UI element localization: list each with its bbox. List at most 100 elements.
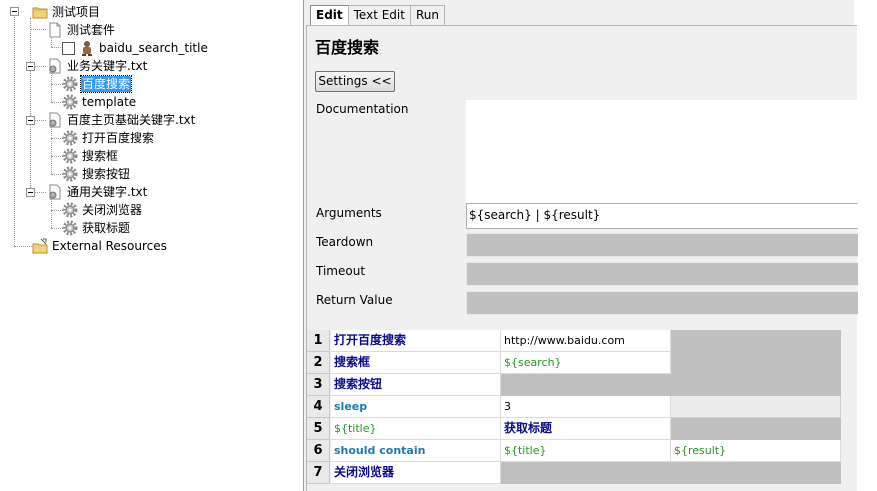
tab-run[interactable]: Run (409, 5, 445, 25)
teardown-label: Teardown (316, 235, 374, 249)
tree-node-external-resources[interactable]: External Resources (32, 237, 168, 255)
tree-node-keyword-open-baidu[interactable]: 打开百度搜索 (62, 129, 155, 147)
gear-icon (62, 130, 78, 146)
tree-node-keyword-search-button[interactable]: 搜索按钮 (62, 165, 131, 183)
tree-label: 获取标题 (82, 221, 131, 235)
step-cell[interactable] (671, 418, 841, 440)
tree-label: 通用关键字.txt (67, 185, 148, 199)
step-cell[interactable] (671, 374, 841, 396)
table-row: 3 搜索按钮 (307, 374, 855, 396)
external-folder-icon (32, 238, 48, 254)
tree-label: 关闭浏览器 (82, 203, 143, 217)
file-icon (47, 22, 63, 38)
row-number[interactable]: 4 (307, 396, 330, 418)
step-cell[interactable] (671, 352, 841, 374)
step-cell[interactable]: ${search} (501, 352, 671, 374)
row-number[interactable]: 1 (307, 330, 330, 352)
step-cell[interactable] (671, 462, 841, 484)
step-cell[interactable]: 打开百度搜索 (331, 330, 501, 352)
table-row: 7 关闭浏览器 (307, 462, 855, 484)
return-value-label: Return Value (316, 293, 393, 307)
tree-label: template (82, 95, 137, 109)
tree-label: 搜索按钮 (82, 167, 131, 181)
tree-label: 搜索框 (82, 149, 119, 163)
checkbox[interactable] (62, 41, 75, 55)
table-row: 2 搜索框 ${search} (307, 352, 855, 374)
tree-node-resource1[interactable]: 业务关键字.txt (47, 57, 148, 75)
step-cell[interactable]: http://www.baidu.com (501, 330, 671, 352)
settings-toggle-button[interactable]: Settings << (315, 71, 395, 92)
gear-icon (62, 148, 78, 164)
row-number[interactable]: 6 (307, 440, 330, 462)
tree-node-resource3[interactable]: 通用关键字.txt (47, 183, 148, 201)
step-cell[interactable]: 搜索框 (331, 352, 501, 374)
tree-label: baidu_search_title (99, 41, 208, 55)
tab-edit[interactable]: Edit (310, 5, 349, 26)
collapse-toggle-resource3[interactable] (26, 188, 35, 197)
tree-label: 百度主页基础关键字.txt (67, 113, 196, 127)
editor-panel: Edit Text Edit Run 百度搜索 Settings << Docu… (303, 0, 858, 491)
step-cell[interactable]: 3 (501, 396, 671, 418)
arguments-field[interactable]: ${search} | ${result} (466, 203, 858, 229)
row-number[interactable]: 5 (307, 418, 330, 440)
step-cell[interactable] (671, 396, 841, 418)
gear-icon (62, 76, 78, 92)
tree-label: 测试项目 (52, 5, 101, 19)
tree-label: 打开百度搜索 (82, 131, 155, 145)
tree-label: 百度搜索 (79, 75, 133, 93)
timeout-field[interactable] (466, 262, 858, 286)
table-row: 5 ${title} 获取标题 (307, 418, 855, 440)
project-tree[interactable]: 测试项目 测试套件 baidu_search_title 业务关键字.txt 百… (0, 0, 300, 491)
teardown-field[interactable] (466, 233, 858, 257)
tree-node-keyword-search-box[interactable]: 搜索框 (62, 147, 119, 165)
step-cell[interactable]: 关闭浏览器 (331, 462, 501, 484)
robot-icon (79, 40, 95, 56)
collapse-toggle-resource1[interactable] (26, 62, 35, 71)
step-cell[interactable]: ${result} (671, 440, 841, 462)
gear-icon (62, 166, 78, 182)
timeout-label: Timeout (316, 264, 366, 278)
step-cell[interactable]: 获取标题 (501, 418, 671, 440)
collapse-toggle-root[interactable] (10, 7, 19, 16)
row-number[interactable]: 7 (307, 462, 330, 484)
step-cell[interactable] (671, 330, 841, 352)
step-cell[interactable]: sleep (331, 396, 501, 418)
table-row: 6 should contain ${title} ${result} (307, 440, 855, 462)
keyword-title: 百度搜索 (315, 38, 380, 57)
row-number[interactable]: 2 (307, 352, 330, 374)
tree-node-test-case[interactable]: baidu_search_title (62, 39, 209, 57)
tree-node-keyword-baidu-search[interactable]: 百度搜索 (62, 75, 133, 93)
documentation-label: Documentation (316, 102, 409, 116)
step-cell[interactable]: should contain (331, 440, 501, 462)
tree-node-resource2[interactable]: 百度主页基础关键字.txt (47, 111, 196, 129)
table-row: 4 sleep 3 (307, 396, 855, 418)
tree-node-keyword-template[interactable]: template (62, 93, 137, 111)
resource-file-icon (47, 112, 63, 128)
return-value-field[interactable] (466, 291, 858, 315)
gear-icon (62, 94, 78, 110)
step-cell[interactable] (501, 462, 671, 484)
table-row: 1 打开百度搜索 http://www.baidu.com (307, 330, 855, 352)
step-cell[interactable]: ${title} (331, 418, 501, 440)
resource-file-icon (47, 184, 63, 200)
row-number[interactable]: 3 (307, 374, 330, 396)
folder-icon (32, 4, 48, 20)
tree-node-suite[interactable]: 测试套件 (47, 21, 116, 39)
step-cell[interactable] (501, 374, 671, 396)
step-cell[interactable]: 搜索按钮 (331, 374, 501, 396)
documentation-field[interactable] (466, 100, 858, 204)
tree-label: 业务关键字.txt (67, 59, 148, 73)
tree-node-keyword-close-browser[interactable]: 关闭浏览器 (62, 201, 143, 219)
tree-label: External Resources (52, 239, 167, 253)
gear-icon (62, 220, 78, 236)
tab-text-edit[interactable]: Text Edit (347, 5, 411, 25)
tree-label: 测试套件 (67, 23, 116, 37)
gear-icon (62, 202, 78, 218)
editor-tabs: Edit Text Edit Run (310, 5, 445, 26)
resource-file-icon (47, 58, 63, 74)
collapse-toggle-resource2[interactable] (26, 116, 35, 125)
arguments-label: Arguments (316, 206, 382, 220)
tree-node-project[interactable]: 测试项目 (32, 3, 101, 21)
tree-node-keyword-get-title[interactable]: 获取标题 (62, 219, 131, 237)
step-cell[interactable]: ${title} (501, 440, 671, 462)
